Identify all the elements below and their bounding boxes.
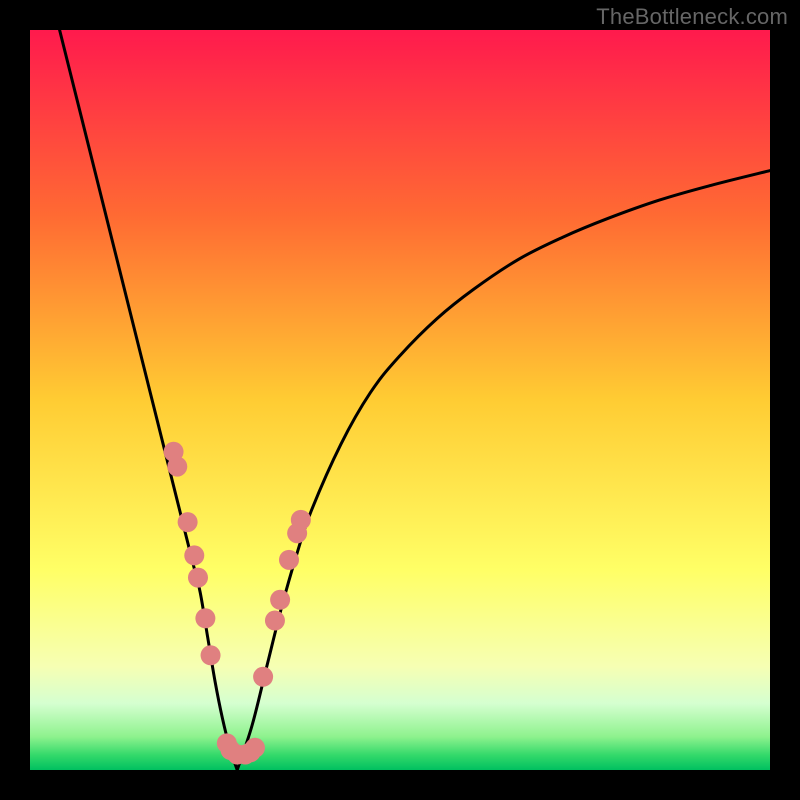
series-curve-right	[237, 171, 770, 770]
data-marker	[291, 510, 311, 530]
watermark-text: TheBottleneck.com	[596, 4, 788, 30]
data-marker	[253, 667, 273, 687]
data-marker	[184, 545, 204, 565]
data-marker	[201, 645, 221, 665]
data-marker	[279, 550, 299, 570]
data-marker	[270, 590, 290, 610]
data-marker	[178, 512, 198, 532]
data-marker	[195, 608, 215, 628]
chart-stage: TheBottleneck.com	[0, 0, 800, 800]
data-marker	[245, 738, 265, 758]
data-marker	[167, 457, 187, 477]
data-marker	[265, 611, 285, 631]
data-marker	[188, 568, 208, 588]
plot-area	[30, 30, 770, 770]
plot-svg	[30, 30, 770, 770]
